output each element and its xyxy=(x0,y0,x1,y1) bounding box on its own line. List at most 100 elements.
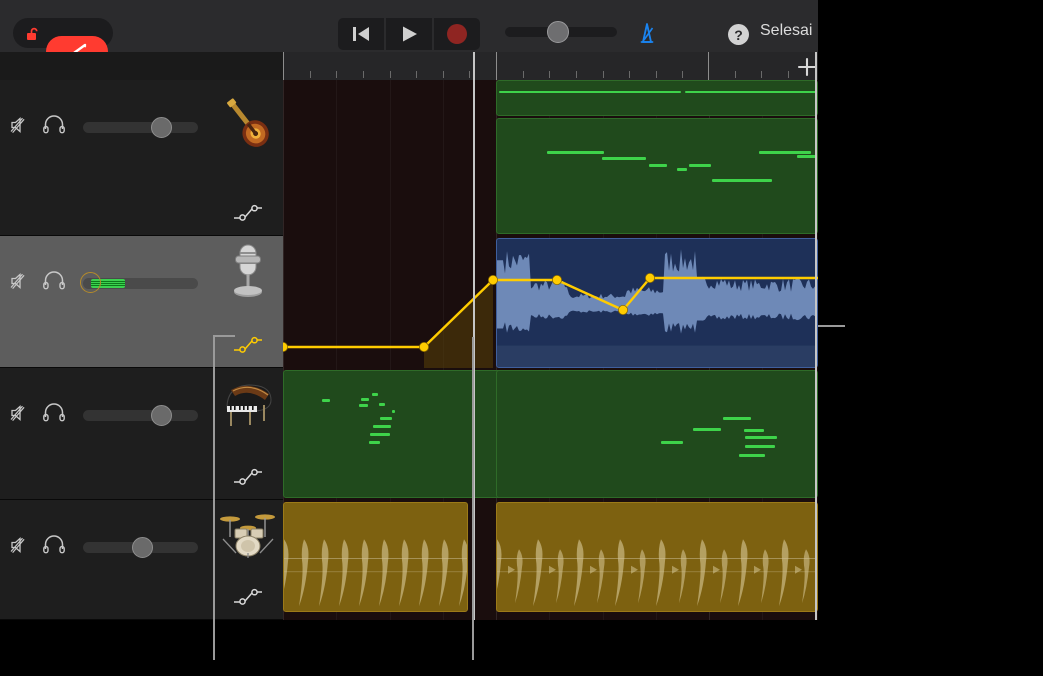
automation-icon[interactable] xyxy=(233,466,263,488)
solo-headphones-button[interactable] xyxy=(42,534,66,554)
instrument-icon-muted[interactable] xyxy=(213,80,283,166)
solo-headphones-button[interactable] xyxy=(42,270,66,290)
midi-note xyxy=(739,454,765,457)
ruler-tick xyxy=(469,71,470,78)
grid-bar-line xyxy=(283,236,284,368)
track-volume-knob[interactable] xyxy=(131,537,153,558)
callout-automation-curve xyxy=(818,325,845,327)
mute-icon xyxy=(10,537,25,553)
solo-headphones-button[interactable] xyxy=(42,114,66,134)
instrument-icon-grand-piano[interactable] xyxy=(213,368,283,441)
rewind-button[interactable] xyxy=(338,18,384,50)
callout-automation-button-arm xyxy=(213,335,235,337)
ruler-tick xyxy=(416,71,417,78)
midi-note xyxy=(499,91,681,93)
midi-note xyxy=(361,398,369,401)
record-icon xyxy=(447,24,467,44)
rewind-icon xyxy=(353,27,369,41)
grid-bar-line xyxy=(283,80,284,236)
automation-icon[interactable] xyxy=(233,586,263,608)
headphones-icon xyxy=(43,115,65,134)
drummer-pattern xyxy=(284,539,467,607)
headphones-icon xyxy=(43,535,65,554)
solo-headphones-button[interactable] xyxy=(42,402,66,422)
track-volume-slider[interactable] xyxy=(83,537,198,558)
ruler-tick xyxy=(682,71,683,78)
mute-button[interactable] xyxy=(10,536,30,554)
mute-icon xyxy=(10,405,25,421)
track-volume-knob[interactable] xyxy=(150,117,172,138)
region[interactable] xyxy=(496,118,818,234)
done-button[interactable]: Selesai xyxy=(760,22,812,40)
region[interactable] xyxy=(496,80,818,116)
master-volume-slider[interactable] xyxy=(505,21,617,43)
mute-icon xyxy=(10,117,25,133)
midi-note xyxy=(689,164,711,167)
automation-toggle-kyle[interactable] xyxy=(213,584,283,610)
mute-icon xyxy=(10,273,25,289)
ruler-tick xyxy=(761,71,762,78)
play-button[interactable] xyxy=(386,18,432,50)
help-button[interactable]: ? xyxy=(728,24,749,45)
track-volume-slider[interactable] xyxy=(83,117,198,138)
play-icon xyxy=(403,26,417,42)
ruler-tick xyxy=(603,71,604,78)
metronome-icon[interactable] xyxy=(634,20,660,46)
track-volume-knob[interactable] xyxy=(150,405,172,426)
record-button[interactable] xyxy=(434,18,480,50)
master-volume-knob[interactable] xyxy=(547,21,569,43)
automation-icon[interactable] xyxy=(233,202,263,224)
ruler-tick xyxy=(443,71,444,78)
grand-piano-icon xyxy=(226,383,272,426)
midi-note xyxy=(759,151,811,154)
mute-button[interactable] xyxy=(10,116,30,134)
ruler-tick xyxy=(629,71,630,78)
track-lane-muted[interactable] xyxy=(283,80,818,236)
garageband-app: ? Selesai xyxy=(0,0,818,620)
lock-open-icon xyxy=(27,27,38,40)
automation-icon-active[interactable] xyxy=(233,334,263,356)
track-volume-slider[interactable] xyxy=(80,272,198,293)
region[interactable] xyxy=(496,238,818,368)
playhead-secondary[interactable] xyxy=(815,52,817,620)
drummer-pattern xyxy=(497,539,817,607)
lock-toggle-button[interactable] xyxy=(13,18,113,67)
ruler-tick xyxy=(363,71,364,78)
track-lane-audio-recorder[interactable] xyxy=(283,236,818,368)
microphone-icon xyxy=(234,244,262,297)
mute-button[interactable] xyxy=(10,272,30,290)
midi-note xyxy=(359,404,368,407)
instrument-icon-kyle[interactable] xyxy=(213,500,283,566)
drum-kit-icon xyxy=(220,514,275,558)
midi-note xyxy=(380,417,392,420)
track-lane-kyle[interactable] xyxy=(283,500,818,620)
instrument-icon-audio-recorder[interactable] xyxy=(213,236,283,309)
automation-toggle-muted[interactable] xyxy=(213,200,283,226)
midi-note xyxy=(392,410,395,413)
midi-note xyxy=(661,441,683,444)
track-volume-knob[interactable] xyxy=(80,272,101,293)
ruler-tick xyxy=(336,71,337,78)
midi-note xyxy=(745,445,775,448)
midi-note xyxy=(322,399,330,402)
ruler-tick xyxy=(310,71,311,78)
transport-controls xyxy=(338,18,480,50)
ruler-bar-line xyxy=(708,52,709,80)
track-lane-grand-piano[interactable] xyxy=(283,368,818,500)
bass-guitar-icon xyxy=(227,98,269,147)
midi-note xyxy=(602,157,646,160)
ruler-tick xyxy=(735,71,736,78)
headphones-icon xyxy=(43,271,65,290)
automation-toggle-grand-piano[interactable] xyxy=(213,464,283,490)
midi-note xyxy=(372,393,378,396)
region[interactable] xyxy=(496,370,818,498)
track-volume-slider[interactable] xyxy=(83,405,198,426)
toolbar: ? Selesai xyxy=(0,0,818,67)
region[interactable] xyxy=(283,502,468,612)
mute-button[interactable] xyxy=(10,404,30,422)
ruler[interactable] xyxy=(283,52,818,80)
grid-beat-line xyxy=(443,80,444,236)
midi-note xyxy=(369,441,380,444)
region[interactable] xyxy=(496,502,818,612)
grid-beat-line xyxy=(336,236,337,368)
